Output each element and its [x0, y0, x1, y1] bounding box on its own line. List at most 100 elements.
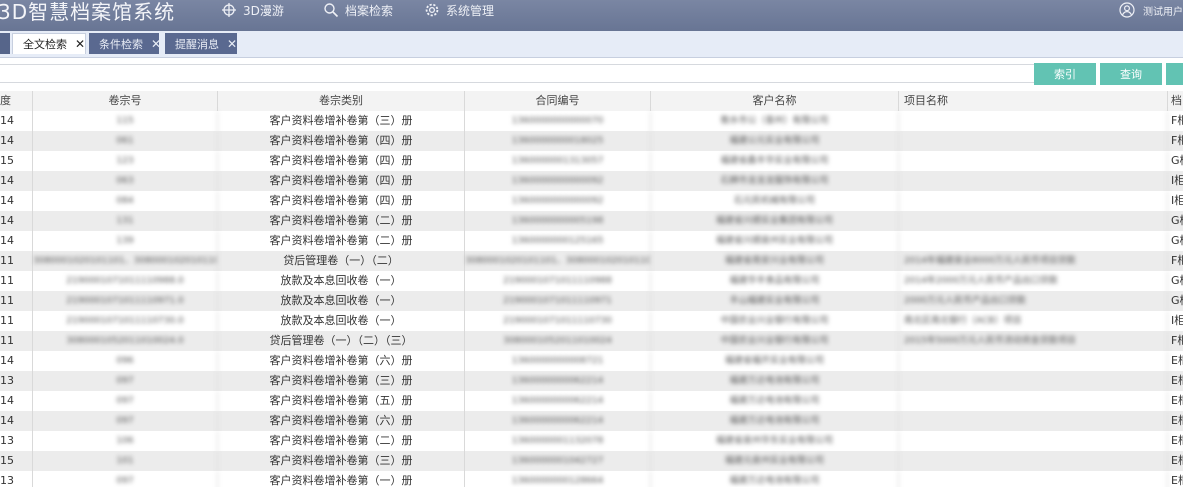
tab-strip-edge	[0, 33, 10, 54]
table-cell: 贷后管理卷（一）（二）	[218, 251, 465, 271]
table-cell: 3080001052011010024.0	[33, 331, 218, 351]
table-cell: 2190001071011110730.0	[33, 311, 218, 331]
table-cell: 14	[0, 391, 33, 411]
table-row[interactable]: 14 096 客户资料卷增补卷第（六）册 1360000000008721 福建省福开实…	[0, 351, 1183, 371]
table-cell: E柜	[1168, 471, 1183, 487]
table-row[interactable]: 11 2190001071011110988.0 放款及本息回收卷（一） 219000…	[0, 271, 1183, 291]
user-menu[interactable]: 测试用户	[1119, 0, 1183, 20]
nav-archive-search[interactable]: 档案检索	[323, 0, 393, 20]
tab-condition-search[interactable]: 条件检索 ✕	[89, 33, 161, 54]
table-cell: 客户资料卷增补卷第（一）册	[218, 471, 465, 487]
table-header: 度 卷宗号 卷宗类别 合同编号 客户名称 项目名称 档	[0, 91, 1183, 112]
col-header-0[interactable]: 度	[0, 91, 33, 111]
search-icon	[324, 3, 339, 18]
col-header-project-name[interactable]: 项目名称	[899, 91, 1168, 111]
table-cell: 1360000000000070	[465, 111, 651, 131]
table-cell	[899, 191, 1168, 211]
col-header-customer-name[interactable]: 客户名称	[651, 91, 899, 111]
col-header-volume-category[interactable]: 卷宗类别	[218, 91, 465, 111]
tab-label: 全文检索	[23, 38, 67, 51]
table-cell: 115	[33, 111, 218, 131]
table-cell: 2190001071011110971	[465, 291, 651, 311]
table-row[interactable]: 14 097 客户资料卷增补卷第（六）册 1360000000062214 福建万达电池…	[0, 411, 1183, 431]
table-row[interactable]: 13 106 客户资料卷增补卷第（二）册 1360000001132078 福建省泉州华…	[0, 431, 1183, 451]
table-cell: G柜	[1168, 231, 1183, 251]
table-row[interactable]: 14 139 客户资料卷增补卷第（二）册 1360000000125165 福建省兴顺泉…	[0, 231, 1183, 251]
table-cell: 097	[33, 471, 218, 487]
user-name: 测试用户	[1143, 6, 1183, 18]
table-row[interactable]: 14 115 客户资料卷增补卷第（三）册 1360000000000070 衡水市公（泰…	[0, 111, 1183, 131]
table-row[interactable]: 14 061 客户资料卷增补卷第（四）册 1360000000018025 福建公元实业…	[0, 131, 1183, 151]
index-button[interactable]: 索引	[1034, 63, 1096, 85]
col-header-volume-no[interactable]: 卷宗号	[33, 91, 218, 111]
table-cell: 1360000000062214	[465, 411, 651, 431]
table-cell: E柜	[1168, 411, 1183, 431]
close-icon[interactable]: ✕	[75, 37, 85, 51]
table-row[interactable]: 14 097 客户资料卷增补卷第（五）册 1360000000062214 福建万达电池…	[0, 391, 1183, 411]
table-cell: 南北区南北银行（ACB）项目	[899, 311, 1168, 331]
table-row[interactable]: 11 3080001020101101、3080001020101102 贷后管理卷…	[0, 251, 1183, 271]
table-row[interactable]: 11 3080001052011010024.0 贷后管理卷（一）（二）（三） 308…	[0, 331, 1183, 351]
extra-button[interactable]	[1166, 63, 1183, 85]
tab-reminders[interactable]: 提醒消息 ✕	[165, 33, 237, 54]
table-cell: 3080001020101101、3080001020101102	[33, 251, 218, 271]
table-cell: 061	[33, 131, 218, 151]
table-cell: 11	[0, 291, 33, 311]
table-cell: 13	[0, 471, 33, 487]
table-cell: 14	[0, 231, 33, 251]
col-header-cabinet[interactable]: 档	[1168, 91, 1183, 111]
table-cell: 客户资料卷增补卷第（六）册	[218, 351, 465, 371]
table-row[interactable]: 14 063 客户资料卷增补卷第（四）册 1360000000000092 石狮市龙龙龙…	[0, 171, 1183, 191]
table-cell	[899, 371, 1168, 391]
table-row[interactable]: 11 2190001071011110730.0 放款及本息回收卷（一） 219000…	[0, 311, 1183, 331]
table-cell: 放款及本息回收卷（一）	[218, 311, 465, 331]
table-row[interactable]: 15 101 客户资料卷增补卷第（三）册 1360000001042727 福建元泉州实…	[0, 451, 1183, 471]
table-cell	[899, 411, 1168, 431]
table-cell: E柜	[1168, 351, 1183, 371]
table-cell: 客户资料卷增补卷第（四）册	[218, 191, 465, 211]
tab-label: 条件检索	[99, 37, 143, 51]
tab-fulltext-search[interactable]: 全文检索 ✕	[12, 33, 86, 54]
table-row[interactable]: 14 084 客户资料卷增补卷第（四）册 1360000000000092 石元民机械有…	[0, 191, 1183, 211]
col-header-contract-no[interactable]: 合同编号	[465, 91, 651, 111]
table-cell: 123	[33, 151, 218, 171]
table-cell: 2190001071011110988.0	[33, 271, 218, 291]
table-row[interactable]: 14 131 客户资料卷增补卷第（二）册 1360000000005198 福建省兴顺实…	[0, 211, 1183, 231]
table-cell: 福建万达电池有限公司	[651, 391, 899, 411]
table-cell: 1360000001042727	[465, 451, 651, 471]
table-cell: 福建公元实业有限公司	[651, 131, 899, 151]
table-row[interactable]: 15 123 客户资料卷增补卷第（四）册 1360000001313057 福建省鑫丰华…	[0, 151, 1183, 171]
table-cell: F柜	[1168, 111, 1183, 131]
table-cell: 贷后管理卷（一）（二）（三）	[218, 331, 465, 351]
table-cell: 2190001071011110730	[465, 311, 651, 331]
query-button[interactable]: 查询	[1100, 63, 1162, 85]
table-cell: 2190001071011110988	[465, 271, 651, 291]
table-cell: G柜	[1168, 271, 1183, 291]
table-cell: 石元民机械有限公司	[651, 191, 899, 211]
table-cell: I柜	[1168, 171, 1183, 191]
table-row[interactable]: 13 097 客户资料卷增补卷第（一）册 1360000000128664 福建万达电池…	[0, 471, 1183, 487]
close-icon[interactable]: ✕	[151, 37, 161, 51]
app-title: 3D智慧档案馆系统	[0, 0, 176, 24]
gear-icon	[425, 3, 439, 17]
table-cell: 1360000000005198	[465, 211, 651, 231]
close-icon[interactable]: ✕	[227, 37, 237, 51]
table-cell: I柜	[1168, 191, 1183, 211]
nav-system-admin-label: 系统管理	[446, 3, 495, 18]
table-row[interactable]: 13 097 客户资料卷增补卷第（三）册 1360000000062214 福建万达电池…	[0, 371, 1183, 391]
table-row[interactable]: 11 2190001071011110971.0 放款及本息回收卷（一） 219000…	[0, 291, 1183, 311]
nav-system-admin[interactable]: 系统管理	[424, 0, 494, 20]
top-bar: 3D智慧档案馆系统 3D漫游 档案检索 系统管理 测试用户	[0, 0, 1183, 31]
table-cell	[899, 231, 1168, 251]
table-cell: G柜	[1168, 291, 1183, 311]
table-cell: 客户资料卷增补卷第（二）册	[218, 211, 465, 231]
fulltext-search-input[interactable]	[0, 64, 1036, 83]
tab-strip: 全文检索 ✕ 条件检索 ✕ 提醒消息 ✕	[0, 31, 1183, 58]
table-cell: 14	[0, 111, 33, 131]
table-cell: 石狮市龙龙龙服饰有限公司	[651, 171, 899, 191]
table-cell: 福建省福开实业有限公司	[651, 351, 899, 371]
table-cell: 客户资料卷增补卷第（四）册	[218, 171, 465, 191]
table-cell: 3080001052011010024	[465, 331, 651, 351]
table-cell: 1360000000000092	[465, 171, 651, 191]
nav-3d-roam[interactable]: 3D漫游	[221, 0, 284, 20]
